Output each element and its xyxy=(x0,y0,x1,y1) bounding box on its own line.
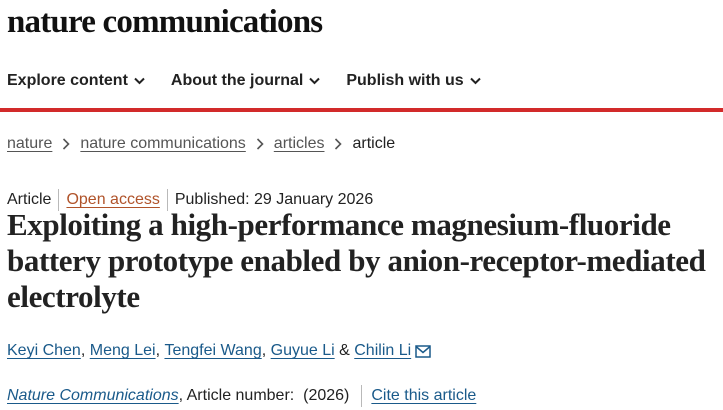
chevron-down-icon xyxy=(309,77,321,85)
author-link[interactable]: Guyue Li xyxy=(271,341,335,361)
author-link[interactable]: Keyi Chen xyxy=(7,341,81,361)
article-title: Exploiting a high-performance magnesium-… xyxy=(7,207,706,314)
chevron-right-icon xyxy=(256,138,264,150)
nav-item-label: Explore content xyxy=(7,72,128,89)
breadcrumb-articles[interactable]: articles xyxy=(274,134,325,154)
chevron-down-icon xyxy=(134,77,145,85)
chevron-right-icon xyxy=(334,138,343,150)
nav-item-label: About the journal xyxy=(170,72,304,89)
article-number: , Article number: (2026) xyxy=(178,387,350,404)
author-list: Keyi Chen, Meng Lei, Tengfei Wang, Guyue… xyxy=(7,341,431,361)
breadcrumb: nature nature communications articles ar… xyxy=(7,134,395,154)
journal-logo[interactable]: nature communications xyxy=(7,2,323,42)
cite-this-article-link[interactable]: Cite this article xyxy=(371,386,476,406)
citation-line: Nature Communications , Article number: … xyxy=(7,385,476,407)
nav-publish-with-us[interactable]: Publish with us xyxy=(346,70,481,92)
main-nav: Explore content About the journal Publis… xyxy=(7,70,507,92)
author-separator-last: & xyxy=(339,342,350,359)
author-separator: , xyxy=(155,342,161,359)
breadcrumb-current: article xyxy=(352,135,396,152)
journal-link[interactable]: Nature Communications xyxy=(7,386,179,406)
citation-divider xyxy=(361,385,363,407)
accent-divider xyxy=(0,108,723,112)
nav-explore-content[interactable]: Explore content xyxy=(7,70,145,92)
author-separator: , xyxy=(261,342,267,359)
breadcrumb-nature-communications[interactable]: nature communications xyxy=(80,134,245,154)
author-link[interactable]: Meng Lei xyxy=(90,341,156,361)
author-separator: , xyxy=(80,342,86,359)
nav-item-label: Publish with us xyxy=(346,72,464,89)
author-link[interactable]: Chilin Li xyxy=(354,341,411,361)
breadcrumb-nature[interactable]: nature xyxy=(7,134,52,154)
chevron-down-icon xyxy=(469,77,481,85)
email-icon[interactable] xyxy=(415,344,431,358)
author-link[interactable]: Tengfei Wang xyxy=(164,341,261,361)
chevron-right-icon xyxy=(62,138,71,150)
nav-about-the-journal[interactable]: About the journal xyxy=(170,70,321,92)
